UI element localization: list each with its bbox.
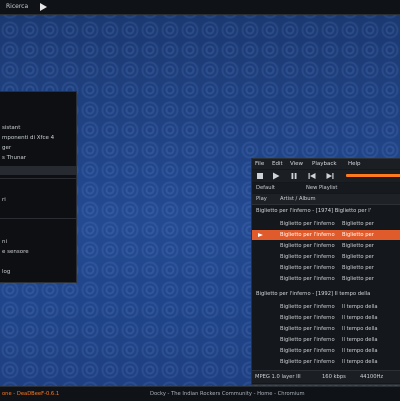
menu-item[interactable]: ger	[0, 144, 76, 153]
track-artist: Biglietto per l'inferno	[280, 276, 335, 282]
menu-item-label: ger	[2, 145, 12, 151]
track-title: Biglietto per	[342, 221, 374, 227]
taskbar-item-deadbeef[interactable]: one - DeaDBeeF-0.6.1	[2, 391, 59, 397]
taskbar-item-chromium[interactable]: Docky - The Indian Rockers Community - H…	[150, 391, 305, 397]
top-panel-title: Ricerca	[6, 3, 29, 10]
menu-item[interactable]: ri	[0, 196, 76, 205]
player-window: File Edit View Playback Help Default New…	[251, 158, 400, 385]
table-row[interactable]: Biglietto per l'inferno Biglietto per	[252, 263, 400, 273]
menubar: File Edit View Playback Help	[252, 159, 400, 169]
table-row-playing[interactable]: Biglietto per l'inferno Biglietto per	[252, 230, 400, 240]
table-row[interactable]: Biglietto per l'inferno Il tempo della	[252, 346, 400, 356]
next-icon[interactable]	[326, 172, 334, 180]
menu-item[interactable]: sistant	[0, 124, 76, 133]
now-playing-icon	[258, 233, 263, 237]
album-group-header: Biglietto per l'inferno - [1974] Bigliet…	[252, 206, 400, 216]
menu-item[interactable]: ni	[0, 238, 76, 247]
track-artist: Biglietto per l'inferno	[280, 265, 335, 271]
menu-help[interactable]: Help	[348, 161, 361, 167]
track-artist: Biglietto per l'inferno	[280, 304, 335, 310]
menu-item[interactable]: mponenti di Xfce 4	[0, 134, 76, 143]
track-title: Il tempo della	[342, 348, 378, 354]
track-title: Biglietto per	[342, 232, 374, 238]
track-title: Biglietto per	[342, 265, 374, 271]
pause-icon[interactable]	[290, 172, 298, 180]
menu-item-label: log	[2, 269, 11, 275]
status-bar: MPEG 1.0 layer III 160 kbps 44100Hz	[252, 370, 400, 383]
menu-item-label: ri	[2, 197, 6, 203]
playlist-tabs: Default New Playlist	[252, 183, 400, 193]
group-header-text: Biglietto per l'inferno - [1992] Il temp…	[256, 291, 371, 297]
track-artist: Biglietto per l'inferno	[280, 337, 335, 343]
track-artist: Biglietto per l'inferno	[280, 232, 335, 238]
column-header: Play Artist / Album	[252, 194, 400, 205]
track-artist: Biglietto per l'inferno	[280, 326, 335, 332]
table-row[interactable]: Biglietto per l'inferno Biglietto per	[252, 252, 400, 262]
menu-item-label: sistant	[2, 125, 21, 131]
track-title: Il tempo della	[342, 315, 378, 321]
track-artist: Biglietto per l'inferno	[280, 359, 335, 365]
menu-item-label: s Thunar	[2, 155, 27, 161]
status-format: MPEG 1.0 layer III	[255, 374, 301, 380]
column-artist-album[interactable]: Artist / Album	[280, 196, 316, 202]
menu-view[interactable]: View	[290, 161, 303, 167]
track-title: Il tempo della	[342, 337, 378, 343]
track-artist: Biglietto per l'inferno	[280, 348, 335, 354]
table-row[interactable]: Biglietto per l'inferno Biglietto per	[252, 241, 400, 251]
table-row[interactable]: Biglietto per l'inferno Biglietto per	[252, 274, 400, 284]
album-group-header: Biglietto per l'inferno - [1992] Il temp…	[252, 289, 400, 299]
track-title: Biglietto per	[342, 254, 374, 260]
tab-new-playlist[interactable]: New Playlist	[306, 185, 337, 191]
table-row[interactable]: Biglietto per l'inferno Il tempo della	[252, 313, 400, 323]
previous-icon[interactable]	[308, 172, 316, 180]
menu-item-selected[interactable]	[0, 166, 76, 175]
track-artist: Biglietto per l'inferno	[280, 243, 335, 249]
menu-item-label: mponenti di Xfce 4	[2, 135, 55, 141]
menu-separator	[0, 178, 76, 179]
table-row[interactable]: Biglietto per l'inferno Il tempo della	[252, 335, 400, 345]
menu-playback[interactable]: Playback	[312, 161, 337, 167]
track-title: Il tempo della	[342, 326, 378, 332]
stop-icon[interactable]	[256, 172, 264, 180]
table-row[interactable]: Biglietto per l'inferno Biglietto per	[252, 219, 400, 229]
applications-menu: sistant mponenti di Xfce 4 ger s Thunar …	[0, 91, 77, 283]
play-arrow-icon[interactable]	[38, 2, 48, 12]
status-bitrate: 160 kbps	[322, 374, 346, 380]
table-row[interactable]: Biglietto per l'inferno Il tempo della	[252, 324, 400, 334]
menu-item[interactable]: e sensore	[0, 248, 76, 257]
track-title: Biglietto per	[342, 276, 374, 282]
play-icon[interactable]	[272, 172, 280, 180]
menu-edit[interactable]: Edit	[272, 161, 283, 167]
seek-bar[interactable]	[346, 174, 400, 177]
track-artist: Biglietto per l'inferno	[280, 315, 335, 321]
menu-item-label: e sensore	[2, 249, 29, 255]
top-panel: Ricerca	[0, 0, 400, 15]
tab-default[interactable]: Default	[256, 185, 275, 191]
table-row[interactable]: Biglietto per l'inferno Il tempo della	[252, 302, 400, 312]
menu-item[interactable]: s Thunar	[0, 154, 76, 163]
menu-file[interactable]: File	[255, 161, 264, 167]
menu-item[interactable]: log	[0, 268, 76, 277]
table-row[interactable]: Biglietto per l'inferno Il tempo della	[252, 357, 400, 367]
track-title: Biglietto per	[342, 243, 374, 249]
track-title: Il tempo della	[342, 359, 378, 365]
column-playing[interactable]: Play	[256, 196, 267, 202]
track-artist: Biglietto per l'inferno	[280, 221, 335, 227]
menu-separator	[0, 218, 76, 219]
bottom-panel: one - DeaDBeeF-0.6.1 Docky - The Indian …	[0, 386, 400, 401]
track-artist: Biglietto per l'inferno	[280, 254, 335, 260]
group-header-text: Biglietto per l'inferno - [1974] Bigliet…	[256, 208, 372, 214]
menu-item-label: ni	[2, 239, 8, 245]
track-title: Il tempo della	[342, 304, 378, 310]
status-samplerate: 44100Hz	[360, 374, 384, 380]
